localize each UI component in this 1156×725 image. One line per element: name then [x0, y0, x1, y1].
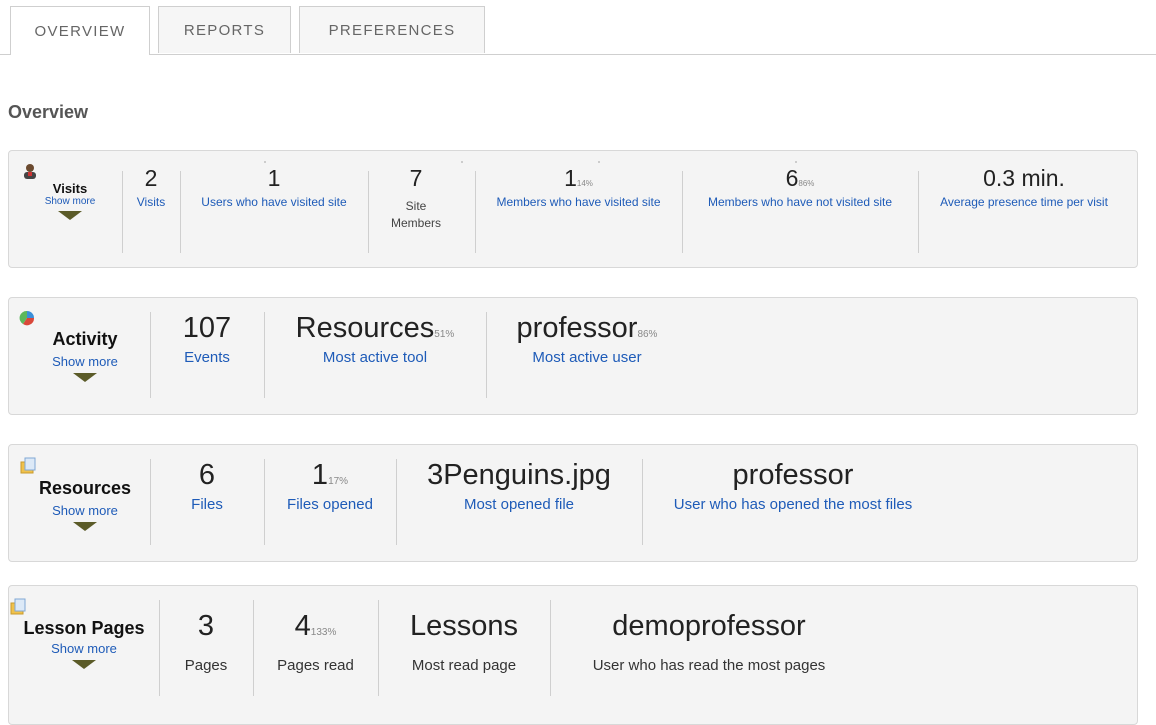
stat-pages: 3 Pages: [160, 586, 252, 724]
stat-label[interactable]: Files opened: [265, 496, 395, 513]
stat-value: 4: [294, 610, 311, 642]
visits-expand-arrow-icon[interactable]: [58, 211, 82, 220]
stat-percent: 133%: [310, 627, 337, 638]
lessons-title: Lesson Pages: [23, 618, 145, 638]
lesson-pages-widget: Lesson Pages Show more 3 Pages 4133% Pag…: [8, 585, 1138, 725]
stat-value: 3Penguins.jpg: [427, 459, 611, 491]
stat-label[interactable]: Members who have not visited site: [695, 196, 905, 209]
stat-value: 1: [564, 165, 577, 191]
stat-label[interactable]: Members who have visited site: [488, 196, 669, 209]
stat-value: 3: [197, 610, 215, 642]
tick-mark: [461, 161, 463, 163]
stat-users-visited: 1 Users who have visited site: [181, 151, 367, 267]
stat-value: 6: [198, 459, 216, 491]
tab-reports[interactable]: REPORTS: [158, 6, 291, 53]
stat-user-most-files: professor User who has opened the most f…: [643, 445, 943, 561]
resources-widget: Resources Show more 6 Files 117% Files o…: [8, 444, 1138, 562]
lessons-header: Lesson Pages Show more: [9, 598, 159, 669]
activity-expand-arrow-icon[interactable]: [73, 373, 97, 382]
resources-expand-arrow-icon[interactable]: [73, 522, 97, 531]
stat-label: Most read page: [411, 657, 517, 674]
tick-mark: [598, 161, 600, 163]
activity-title: Activity: [52, 329, 118, 349]
stat-value: 7: [409, 165, 423, 191]
tab-preferences[interactable]: PREFERENCES: [299, 6, 485, 53]
lessons-show-more-link[interactable]: Show more: [9, 641, 159, 656]
stat-pages-read: 4133% Pages read: [254, 586, 377, 724]
lessons-expand-arrow-icon[interactable]: [72, 660, 96, 669]
stat-percent: 86%: [637, 329, 658, 340]
stat-most-read-page: Lessons Most read page: [379, 586, 549, 724]
visits-show-more-link[interactable]: Show more: [23, 196, 117, 207]
stat-label[interactable]: Files: [151, 496, 263, 513]
stat-percent: 51%: [434, 329, 455, 340]
stat-members-not-visited: 686% Members who have not visited site: [683, 151, 917, 267]
stat-value: Resources: [295, 312, 435, 344]
stat-value: Lessons: [409, 610, 518, 642]
stat-value: 2: [144, 165, 158, 191]
resources-show-more-link[interactable]: Show more: [19, 503, 151, 518]
stat-value: 0.3 min.: [983, 165, 1065, 191]
stat-most-active-tool: Resources51% Most active tool: [265, 298, 485, 414]
visits-widget: Visits Show more 2 Visits 1 Users who ha…: [8, 150, 1138, 268]
stat-label[interactable]: Visits: [123, 196, 179, 209]
stat-visits: 2 Visits: [123, 151, 179, 267]
stat-value: professor: [732, 459, 854, 491]
activity-widget: Activity Show more 107 Events Resources5…: [8, 297, 1138, 415]
stat-percent: 17%: [328, 476, 349, 487]
stat-value: professor: [516, 312, 638, 344]
stat-events: 107 Events: [151, 298, 263, 414]
stat-value: 107: [182, 312, 232, 344]
visits-title: Visits: [52, 181, 88, 196]
stat-members-visited: 114% Members who have visited site: [476, 151, 681, 267]
stat-percent: 14%: [576, 179, 593, 188]
stat-label: User who has read the most pages: [592, 657, 826, 674]
stat-files-opened: 117% Files opened: [265, 445, 395, 561]
stat-value: 1: [311, 459, 329, 491]
document-icon: [9, 598, 159, 616]
stat-value: 6: [785, 165, 799, 191]
activity-header: Activity Show more: [19, 310, 151, 382]
stat-label: Pages: [184, 657, 228, 674]
stat-label[interactable]: User who has opened the most files: [643, 496, 943, 513]
user-icon: [23, 163, 117, 179]
stat-user-most-pages: demoprofessor User who has read the most…: [551, 586, 867, 724]
document-icon: [19, 457, 151, 475]
stat-percent: 86%: [798, 179, 815, 188]
stat-label[interactable]: Most active tool: [265, 349, 485, 366]
visits-header: Visits Show more: [23, 163, 117, 220]
tab-bar: OVERVIEW REPORTS PREFERENCES: [0, 0, 1156, 55]
resources-title: Resources: [38, 478, 132, 498]
stat-value: demoprofessor: [612, 610, 806, 642]
stat-files: 6 Files: [151, 445, 263, 561]
stat-value: 1: [267, 165, 281, 191]
stat-label: Site Members: [390, 199, 441, 230]
stat-site-members: 7 Site Members: [369, 151, 463, 267]
activity-show-more-link[interactable]: Show more: [19, 354, 151, 369]
resources-header: Resources Show more: [19, 457, 151, 531]
stat-label[interactable]: Most opened file: [397, 496, 641, 513]
tick-mark: [795, 161, 797, 163]
stat-most-opened-file: 3Penguins.jpg Most opened file: [397, 445, 641, 561]
stat-average-presence: 0.3 min. Average presence time per visit: [919, 151, 1129, 267]
stat-label[interactable]: Average presence time per visit: [931, 196, 1117, 209]
stat-label: Pages read: [277, 657, 354, 674]
tick-mark: [264, 161, 266, 163]
stat-most-active-user: professor86% Most active user: [487, 298, 687, 414]
stat-label[interactable]: Users who have visited site: [193, 196, 355, 209]
tab-overview[interactable]: OVERVIEW: [10, 6, 150, 55]
page-title: Overview: [8, 102, 89, 122]
stat-label[interactable]: Most active user: [487, 349, 687, 366]
stat-label[interactable]: Events: [151, 349, 263, 366]
pie-chart-icon: [19, 310, 151, 326]
